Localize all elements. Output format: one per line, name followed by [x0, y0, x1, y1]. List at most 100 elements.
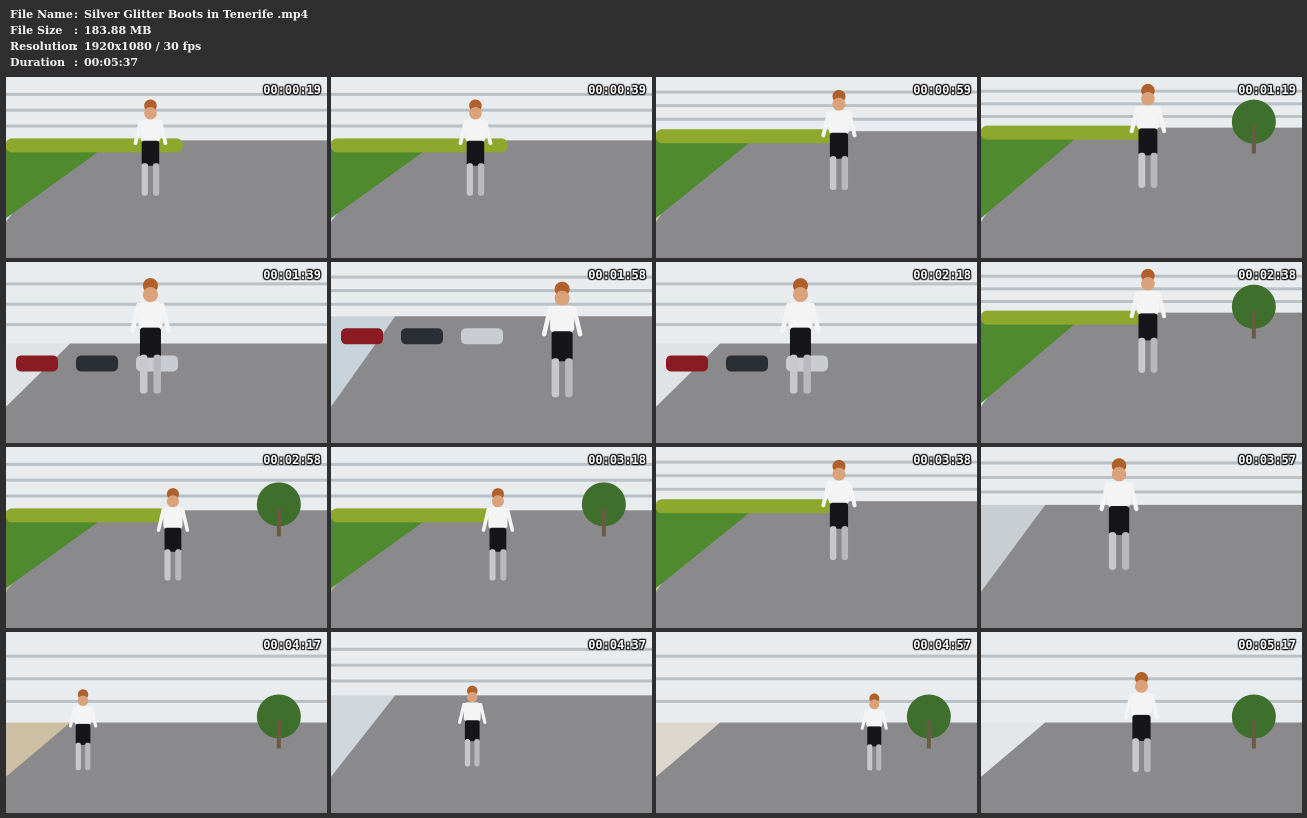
hedge-shape	[656, 499, 833, 514]
thumbnail-14[interactable]: 00:04:37	[331, 632, 652, 813]
boot-shape	[477, 163, 485, 196]
car-shape	[461, 328, 503, 345]
trunk-shape	[601, 508, 606, 537]
thumbnail-06[interactable]: 00:01:58	[331, 262, 652, 443]
head-shape	[491, 495, 504, 508]
boot-shape	[1150, 152, 1158, 188]
trunk-shape	[276, 508, 281, 537]
boot-shape	[829, 526, 837, 560]
thumbnail-05[interactable]: 00:01:39	[6, 262, 327, 443]
balcony-line	[981, 654, 1302, 658]
boot-shape	[841, 526, 849, 560]
boot-shape	[500, 549, 507, 581]
balcony-line	[656, 487, 977, 491]
boot-shape	[489, 549, 496, 581]
top-shape	[1137, 290, 1159, 315]
top-shape	[463, 702, 481, 722]
thumbnail-08[interactable]: 00:02:38	[981, 262, 1302, 443]
boot-shape	[803, 354, 811, 394]
timestamp: 00:03:38	[913, 453, 971, 467]
top-shape	[138, 302, 163, 330]
pants-shape	[789, 327, 811, 358]
boot-shape	[466, 163, 473, 196]
file-size-separator: :	[74, 24, 79, 37]
trunk-shape	[1251, 310, 1256, 339]
balcony-line	[331, 663, 652, 667]
balcony-line	[331, 289, 652, 293]
thumbnail-scene	[656, 447, 977, 628]
thumbnail-scene	[656, 632, 977, 813]
trunk-shape	[926, 720, 931, 749]
timestamp: 00:03:18	[588, 453, 646, 467]
pants-shape	[466, 140, 485, 166]
boot-shape	[175, 549, 182, 581]
thumbnail-scene	[331, 447, 652, 628]
pants-shape	[1138, 128, 1158, 156]
resolution-label: Resolution	[10, 40, 77, 53]
thumbnail-04[interactable]: 00:01:19	[981, 77, 1302, 258]
trunk-shape	[276, 720, 281, 749]
timestamp: 00:02:58	[263, 453, 321, 467]
boot-shape	[1144, 738, 1151, 773]
balcony-line	[656, 302, 977, 306]
thumbnail-07[interactable]: 00:02:18	[656, 262, 977, 443]
thumbnail-scene	[981, 262, 1302, 443]
thumbnail-13[interactable]: 00:04:17	[6, 632, 327, 813]
pants-shape	[141, 140, 160, 166]
timestamp: 00:01:58	[588, 268, 646, 282]
thumbnail-12[interactable]: 00:03:57	[981, 447, 1302, 628]
top-shape	[866, 709, 883, 728]
balcony-line	[656, 104, 977, 108]
top-shape	[1137, 105, 1159, 130]
head-shape	[466, 691, 478, 703]
timestamp: 00:00:19	[263, 83, 321, 97]
head-shape	[832, 97, 846, 111]
timestamp: 00:03:57	[1238, 453, 1296, 467]
pants-shape	[867, 726, 882, 747]
file-info-header: File Name : Silver Glitter Boots in Tene…	[10, 7, 308, 71]
balcony-line	[331, 302, 652, 306]
balcony-line	[331, 108, 652, 112]
top-shape	[550, 305, 575, 333]
thumbnail-scene	[6, 262, 327, 443]
head-shape	[1135, 679, 1148, 693]
thumbnail-15[interactable]: 00:04:57	[656, 632, 977, 813]
boot-shape	[474, 739, 480, 767]
boot-shape	[1138, 152, 1146, 188]
balcony-line	[981, 490, 1302, 494]
balcony-line	[331, 124, 652, 128]
car-shape	[341, 328, 383, 345]
thumbnail-01[interactable]: 00:00:19	[6, 77, 327, 258]
boot-shape	[551, 358, 560, 398]
hedge-shape	[331, 508, 508, 523]
thumbnail-scene	[331, 77, 652, 258]
balcony-line	[6, 654, 327, 658]
thumbnail-scene	[6, 632, 327, 813]
thumbnail-09[interactable]: 00:02:58	[6, 447, 327, 628]
pants-shape	[1132, 714, 1151, 741]
balcony-line	[331, 478, 652, 482]
timestamp: 00:04:57	[913, 638, 971, 652]
thumbnail-11[interactable]: 00:03:38	[656, 447, 977, 628]
timestamp: 00:05:17	[1238, 638, 1296, 652]
thumbnail-grid: 00:00:19 00:00:39 00:00:59 00:01:19 00:0…	[6, 77, 1302, 813]
thumbnail-scene	[6, 77, 327, 258]
head-shape	[869, 699, 880, 710]
timestamp: 00:01:39	[263, 268, 321, 282]
thumbnail-03[interactable]: 00:00:59	[656, 77, 977, 258]
boot-shape	[867, 744, 873, 771]
top-shape	[465, 119, 486, 142]
thumbnail-02[interactable]: 00:00:39	[331, 77, 652, 258]
boot-shape	[1108, 532, 1117, 570]
thumbnail-10[interactable]: 00:03:18	[331, 447, 652, 628]
head-shape	[166, 495, 179, 508]
balcony-line	[6, 677, 327, 681]
thumbnail-16[interactable]: 00:05:17	[981, 632, 1302, 813]
pants-shape	[139, 327, 161, 358]
thumbnail-scene	[6, 447, 327, 628]
head-shape	[142, 287, 158, 303]
top-shape	[1131, 692, 1152, 717]
timestamp: 00:00:59	[913, 83, 971, 97]
balcony-line	[981, 475, 1302, 479]
timestamp: 00:04:17	[263, 638, 321, 652]
